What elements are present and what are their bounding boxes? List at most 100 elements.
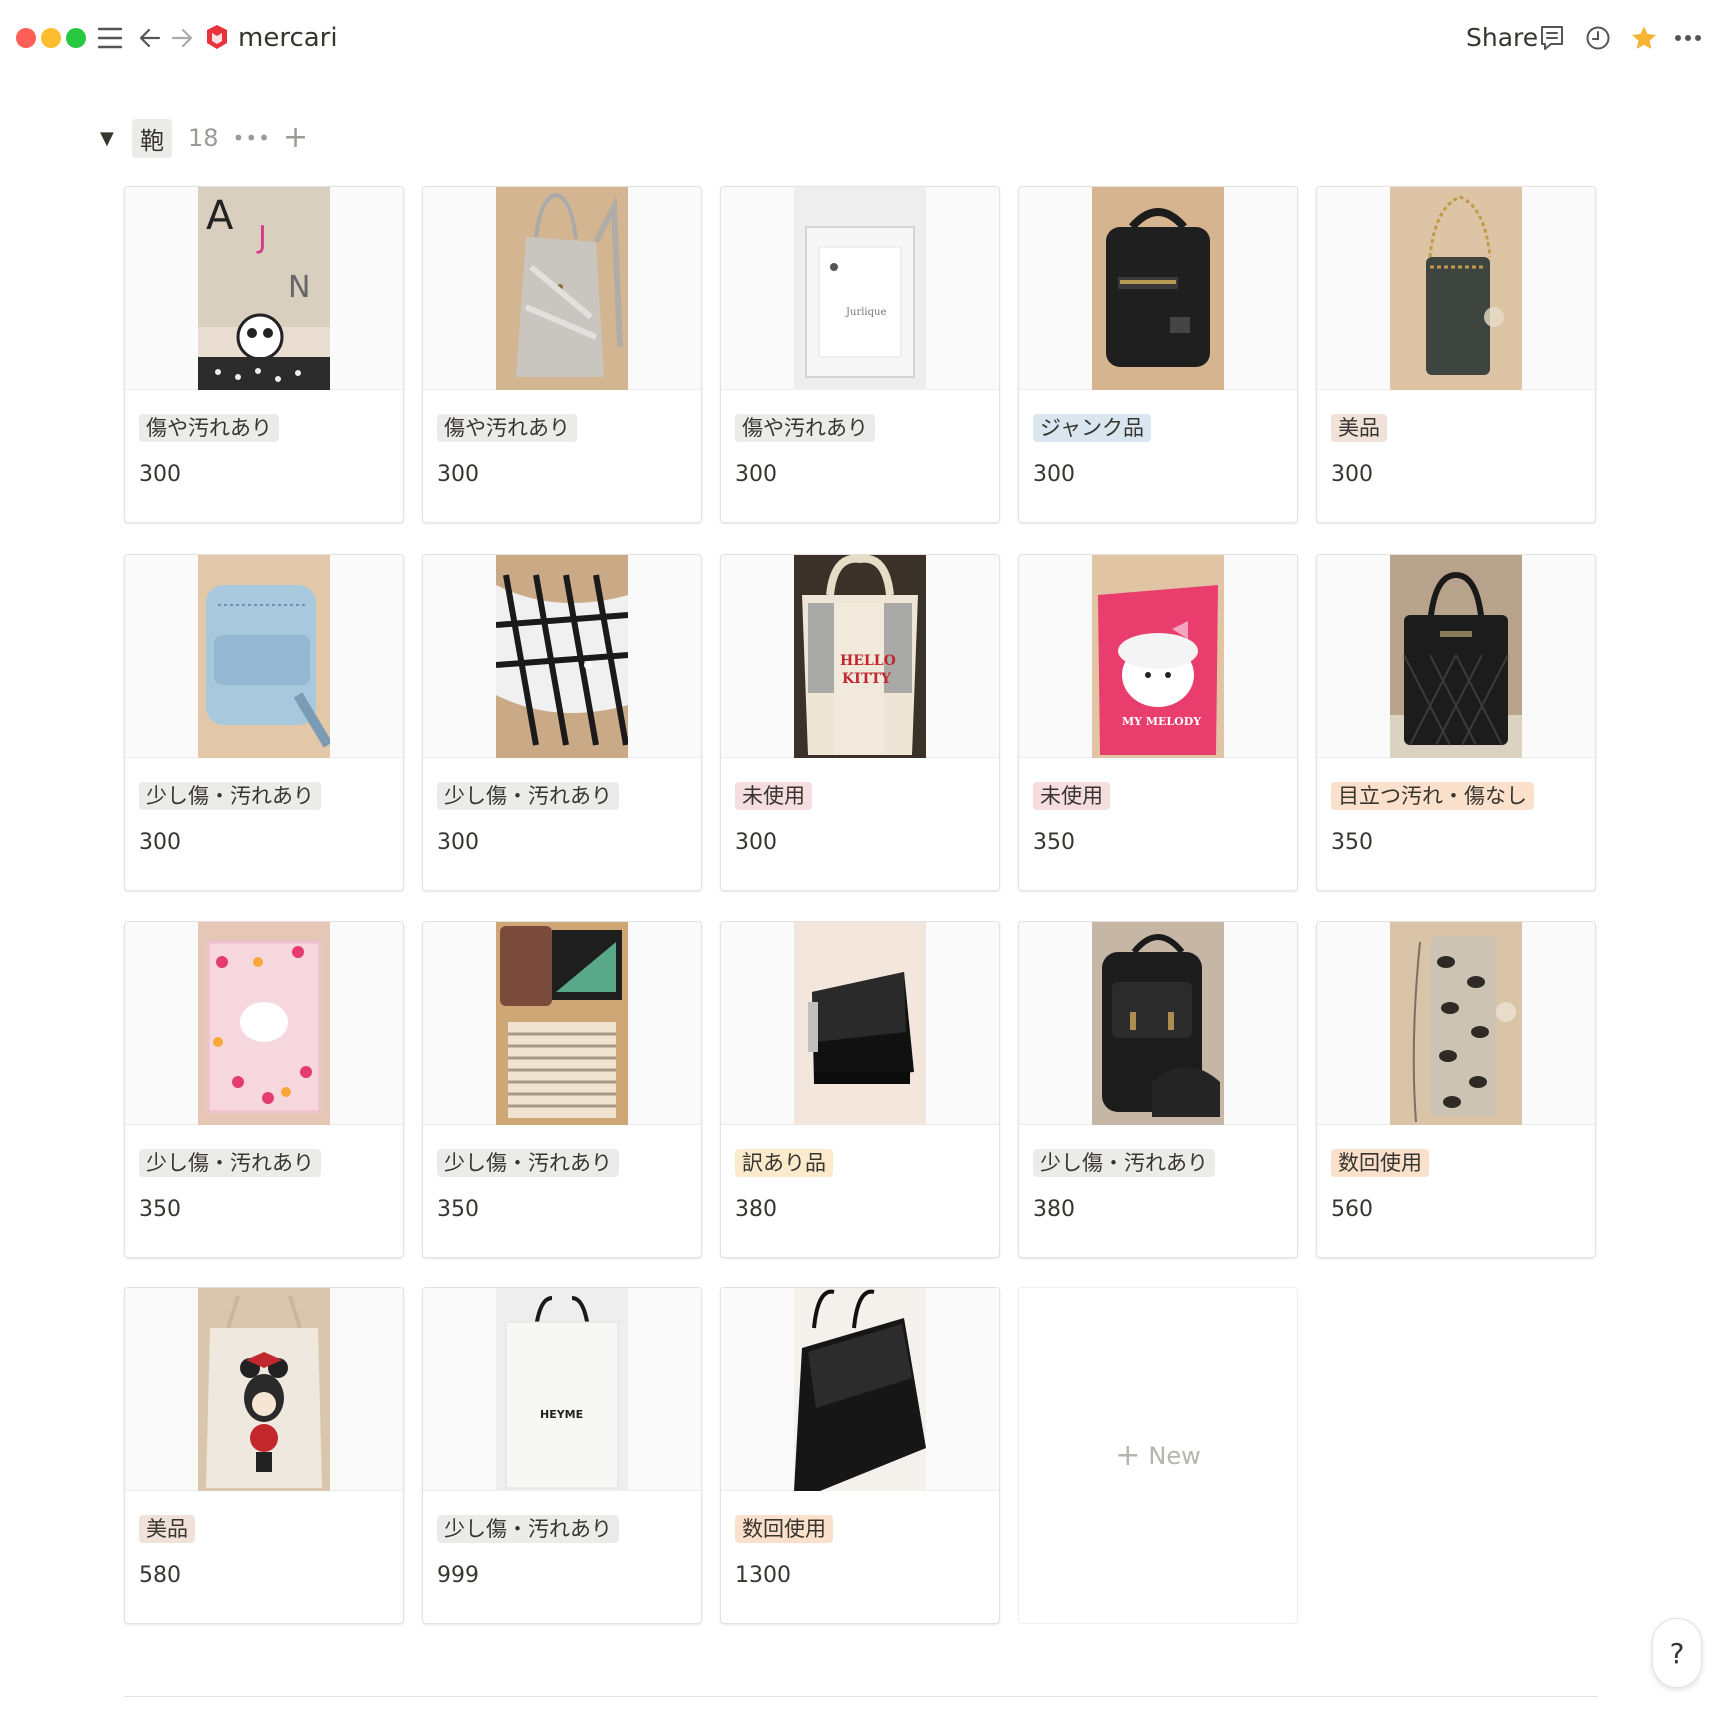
condition-tag: 数回使用 [735,1515,833,1543]
condition-tag: 少し傷・汚れあり [437,1149,619,1177]
card-cover: HELLO KITTY [721,555,999,758]
card-cover [423,922,701,1125]
bag-photo [198,1288,330,1491]
gallery-card[interactable]: 美品 300 [1316,186,1596,523]
card-cover: HEYME [423,1288,701,1491]
help-icon: ? [1669,1636,1685,1670]
condition-tag: 美品 [139,1515,195,1543]
bag-photo [496,922,628,1125]
bag-photo [794,1288,926,1491]
condition-tag: 傷や汚れあり [139,414,279,442]
minimize-window-button[interactable] [41,28,61,48]
bag-photo: Jurlique [794,187,926,390]
gallery-card[interactable]: 傷や汚れあり 300 [422,186,702,523]
window-titlebar: mercari Share [0,0,1720,80]
svg-text:MY MELODY: MY MELODY [1122,715,1201,728]
bag-photo [198,922,330,1125]
card-cover: MY MELODY [1019,555,1297,758]
gallery-card[interactable]: HELLO KITTY 未使用 300 [720,554,1000,891]
condition-tag: 少し傷・汚れあり [139,1149,321,1177]
arrow-left-icon[interactable] [134,22,166,54]
gallery-card[interactable]: 少し傷・汚れあり 300 [422,554,702,891]
heyme-label: HEYME [540,1408,583,1421]
price-value: 300 [437,830,479,855]
condition-tag: 訳あり品 [735,1149,833,1177]
comment-icon[interactable] [1536,22,1568,54]
condition-tag: 傷や汚れあり [437,414,577,442]
gallery-card[interactable]: 少し傷・汚れあり 350 [422,921,702,1258]
bag-photo: HELLO KITTY [794,555,926,758]
close-window-button[interactable] [16,28,36,48]
plus-icon: + [1115,1438,1141,1473]
menu-icon[interactable] [94,22,126,54]
card-cover [1317,922,1595,1125]
group-more-button[interactable]: ••• [233,126,271,150]
card-cover: AJN [125,187,403,390]
svg-text:A: A [206,193,234,239]
condition-tag: 目立つ汚れ・傷なし [1331,782,1534,810]
svg-text:KITTY: KITTY [842,671,892,687]
share-button[interactable]: Share [1466,20,1538,56]
bag-photo [198,555,330,758]
price-value: 300 [437,462,479,487]
svg-text:N: N [288,270,310,305]
card-cover [125,922,403,1125]
condition-tag: 数回使用 [1331,1149,1429,1177]
gallery-card[interactable]: ジャンク品 300 [1018,186,1298,523]
condition-tag: 少し傷・汚れあり [437,1515,619,1543]
price-value: 560 [1331,1197,1373,1222]
star-icon[interactable] [1628,22,1660,54]
bag-photo [1390,922,1522,1125]
divider [124,1696,1598,1697]
condition-tag: ジャンク品 [1033,414,1151,442]
gallery-card[interactable]: 訳あり品 380 [720,921,1000,1258]
bag-photo [496,187,628,390]
gallery-card[interactable]: HEYME 少し傷・汚れあり 999 [422,1287,702,1624]
gallery-card[interactable]: 美品 580 [124,1287,404,1624]
gallery-card[interactable]: 目立つ汚れ・傷なし 350 [1316,554,1596,891]
gallery-card[interactable]: Jurlique 傷や汚れあり 300 [720,186,1000,523]
price-value: 999 [437,1563,479,1588]
price-value: 350 [139,1197,181,1222]
bag-photo [1092,922,1224,1125]
price-value: 380 [1033,1197,1075,1222]
new-card-button[interactable]: + New [1018,1287,1298,1624]
price-value: 300 [1331,462,1373,487]
price-value: 1300 [735,1563,791,1588]
arrow-right-icon[interactable] [166,22,198,54]
gallery-card[interactable]: MY MELODY 未使用 350 [1018,554,1298,891]
gallery-card[interactable]: 数回使用 560 [1316,921,1596,1258]
card-cover [423,187,701,390]
board-group-header: ▼ 鞄 18 ••• + [100,118,308,158]
bag-photo [496,555,628,758]
bag-photo [1390,187,1522,390]
condition-tag: 少し傷・汚れあり [437,782,619,810]
bag-photo: MY MELODY [1092,555,1224,758]
price-value: 350 [437,1197,479,1222]
price-value: 300 [139,462,181,487]
price-value: 300 [735,462,777,487]
gallery-card[interactable]: 少し傷・汚れあり 350 [124,921,404,1258]
gallery-card[interactable]: 少し傷・汚れあり 300 [124,554,404,891]
more-icon[interactable] [1672,22,1704,54]
bag-photo [794,922,926,1125]
group-name-tag[interactable]: 鞄 [132,118,172,158]
condition-tag: 美品 [1331,414,1387,442]
svg-text:Jurlique: Jurlique [845,307,886,318]
group-toggle[interactable]: ▼ [100,128,130,149]
new-card-label: New [1148,1441,1201,1470]
gallery-card[interactable]: A J N 傷や汚れあり 300 [124,186,404,523]
gallery-card[interactable]: 少し傷・汚れあり 380 [1018,921,1298,1258]
clock-icon[interactable] [1582,22,1614,54]
card-cover [125,555,403,758]
price-value: 300 [139,830,181,855]
card-cover: Jurlique [721,187,999,390]
help-button[interactable]: ? [1652,1618,1702,1688]
bag-photo: HEYME [496,1288,628,1491]
card-cover [1317,187,1595,390]
price-value: 300 [1033,462,1075,487]
bag-photo: AJN [198,187,330,390]
gallery-card[interactable]: 数回使用 1300 [720,1287,1000,1624]
group-add-button[interactable]: + [283,123,308,153]
zoom-window-button[interactable] [66,28,86,48]
